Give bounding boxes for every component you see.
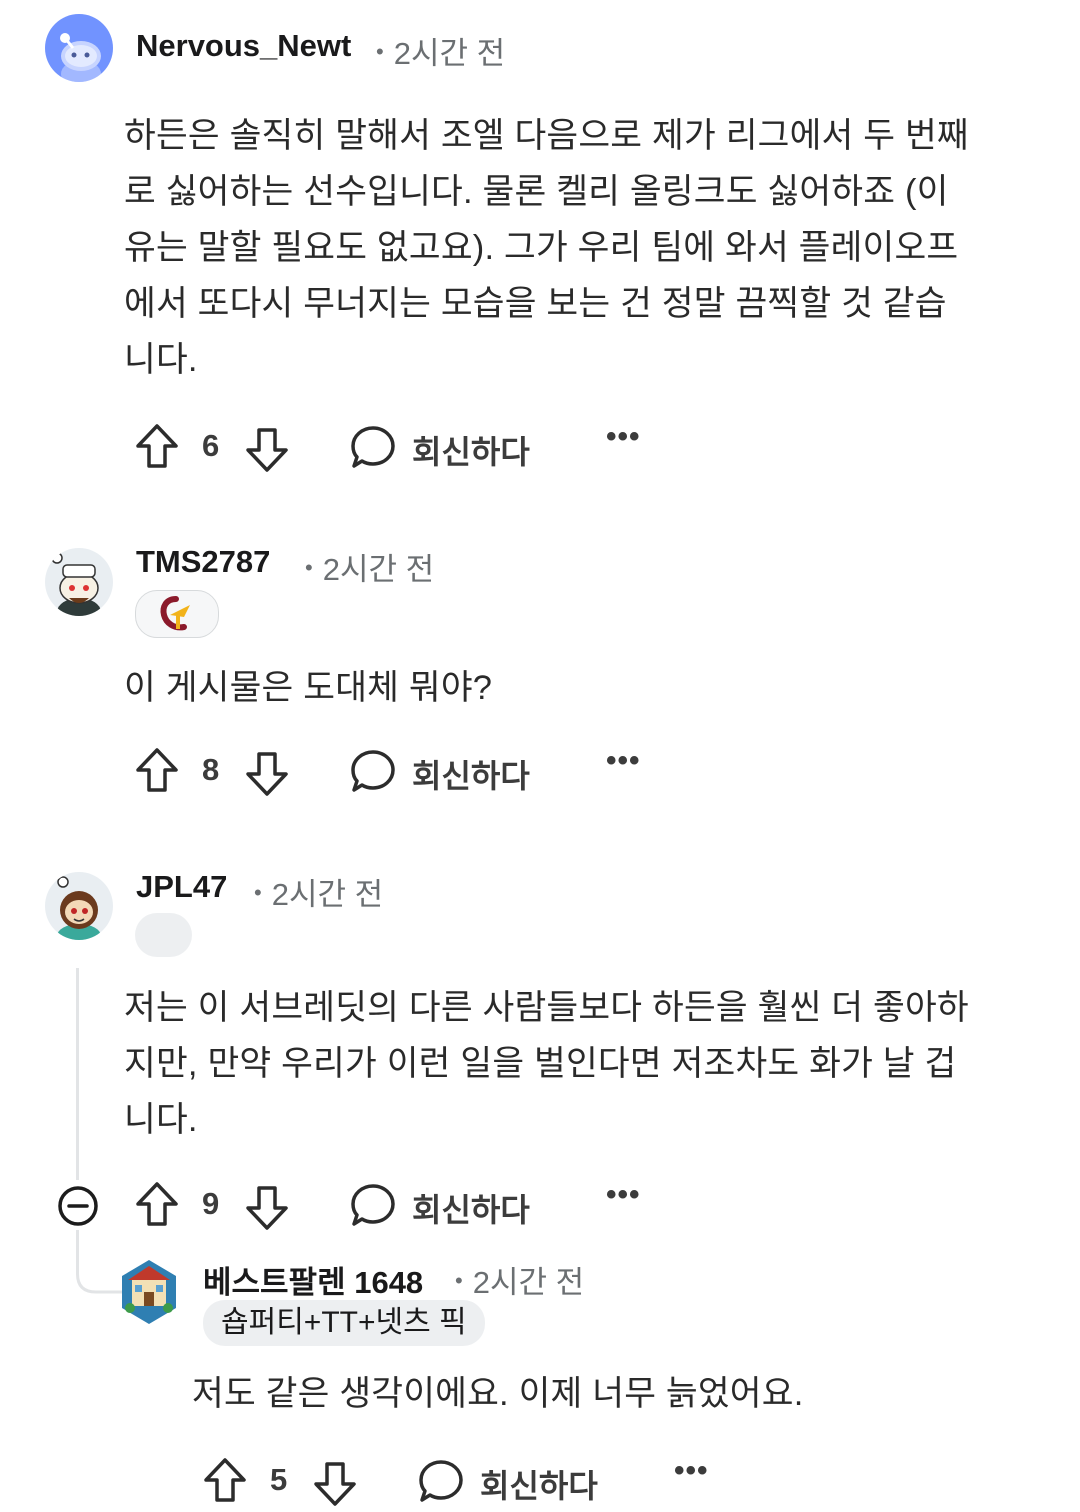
timestamp-text: 2시간 전 xyxy=(393,36,506,71)
comment-line: 하든은 솔직히 말해서 조엘 다음으로 제가 리그에서 두 번째 xyxy=(124,117,969,155)
timestamp: • 2시간 전 xyxy=(376,36,506,71)
more-icon[interactable]: ••• xyxy=(606,1178,641,1212)
timestamp-text: 2시간 전 xyxy=(472,1265,585,1300)
reply-icon[interactable] xyxy=(418,1458,464,1504)
comment-body: 하든은 솔직히 말해서 조엘 다음으로 제가 리그에서 두 번째 로 싫어하는 … xyxy=(124,108,969,388)
collapse-icon[interactable] xyxy=(56,1184,100,1228)
comment-actions: 8 회신하다 ••• xyxy=(134,742,654,802)
upvote-icon[interactable] xyxy=(134,1180,180,1230)
username[interactable]: 베스트팔렌 1648 xyxy=(203,1257,423,1302)
user-flair: 숍퍼티+TT+넷츠 픽 xyxy=(203,1300,485,1346)
comment-line: 저는 이 서브레딧의 다른 사람들보다 하든을 훨씬 더 좋아하 xyxy=(124,989,969,1027)
downvote-icon[interactable] xyxy=(244,748,290,798)
comment-line: 로 싫어하는 선수입니다. 물론 켈리 올링크도 싫어하죠 (이 xyxy=(124,173,949,211)
snoo-avatar-icon xyxy=(51,552,101,616)
snoo-avatar-icon xyxy=(57,876,101,940)
vote-count: 9 xyxy=(202,1186,220,1221)
downvote-icon[interactable] xyxy=(312,1458,358,1508)
timestamp: • 2시간 전 xyxy=(254,877,384,912)
upvote-icon[interactable] xyxy=(202,1456,248,1506)
comment-body: 저도 같은 생각이에요. 이제 너무 늙었어요. xyxy=(192,1366,803,1422)
comment-line: 유는 말할 필요도 없고요). 그가 우리 팀에 와서 플레이오프 xyxy=(124,229,959,267)
comment-line: 에서 또다시 무너지는 모습을 보는 건 정말 끔찍할 것 같습 xyxy=(124,285,947,323)
vote-count: 5 xyxy=(270,1462,288,1497)
reply-icon[interactable] xyxy=(350,748,396,794)
vote-count: 6 xyxy=(202,428,220,463)
comment-line: 저도 같은 생각이에요. 이제 너무 늙었어요. xyxy=(192,1375,804,1413)
comment-line: 니다. xyxy=(124,1101,198,1139)
avatar[interactable] xyxy=(45,14,113,82)
comment-actions: 9 회신하다 ••• xyxy=(134,1176,654,1236)
user-flair xyxy=(135,590,219,638)
timestamp: • 2시간 전 xyxy=(305,552,435,587)
vote-count: 8 xyxy=(202,752,220,787)
username[interactable]: JPL47 xyxy=(136,869,227,905)
comment-line: 이 게시물은 도대체 뭐야? xyxy=(124,669,493,707)
timestamp-text: 2시간 전 xyxy=(322,552,435,587)
avatar[interactable] xyxy=(45,548,113,616)
reply-button[interactable]: 회신하다 xyxy=(412,751,530,797)
more-icon[interactable]: ••• xyxy=(606,744,641,778)
reply-icon[interactable] xyxy=(350,1182,396,1228)
more-icon[interactable]: ••• xyxy=(674,1454,709,1488)
upvote-icon[interactable] xyxy=(134,746,180,796)
username[interactable]: TMS2787 xyxy=(136,544,270,580)
avatar[interactable] xyxy=(118,1258,180,1326)
username[interactable]: Nervous_Newt xyxy=(136,28,351,64)
downvote-icon[interactable] xyxy=(244,1182,290,1232)
reply-button[interactable]: 회신하다 xyxy=(480,1461,598,1507)
comment-actions: 6 회신하다 ••• xyxy=(134,418,654,478)
reply-button[interactable]: 회신하다 xyxy=(412,1185,530,1231)
user-flair xyxy=(135,913,192,957)
downvote-icon[interactable] xyxy=(244,424,290,474)
snoo-avatar-icon xyxy=(60,33,101,82)
comment-line: 니다. xyxy=(124,341,198,379)
reply-button[interactable]: 회신하다 xyxy=(412,427,530,473)
timestamp-text: 2시간 전 xyxy=(271,877,384,912)
comment-line: 지만, 만약 우리가 이런 일을 벌인다면 저조차도 화가 날 겁 xyxy=(124,1045,957,1083)
house-avatar-icon xyxy=(122,1260,176,1324)
thread-line[interactable] xyxy=(76,968,79,1180)
reply-icon[interactable] xyxy=(350,424,396,470)
comment-body: 이 게시물은 도대체 뭐야? xyxy=(124,660,492,716)
timestamp: • 2시간 전 xyxy=(455,1265,585,1300)
cavaliers-logo-icon xyxy=(160,596,190,631)
comment-actions: 5 회신하다 ••• xyxy=(202,1452,722,1512)
upvote-icon[interactable] xyxy=(134,422,180,472)
avatar[interactable] xyxy=(45,872,113,940)
comment-body: 저는 이 서브레딧의 다른 사람들보다 하든을 훨씬 더 좋아하 지만, 만약 … xyxy=(124,980,969,1148)
more-icon[interactable]: ••• xyxy=(606,420,641,454)
